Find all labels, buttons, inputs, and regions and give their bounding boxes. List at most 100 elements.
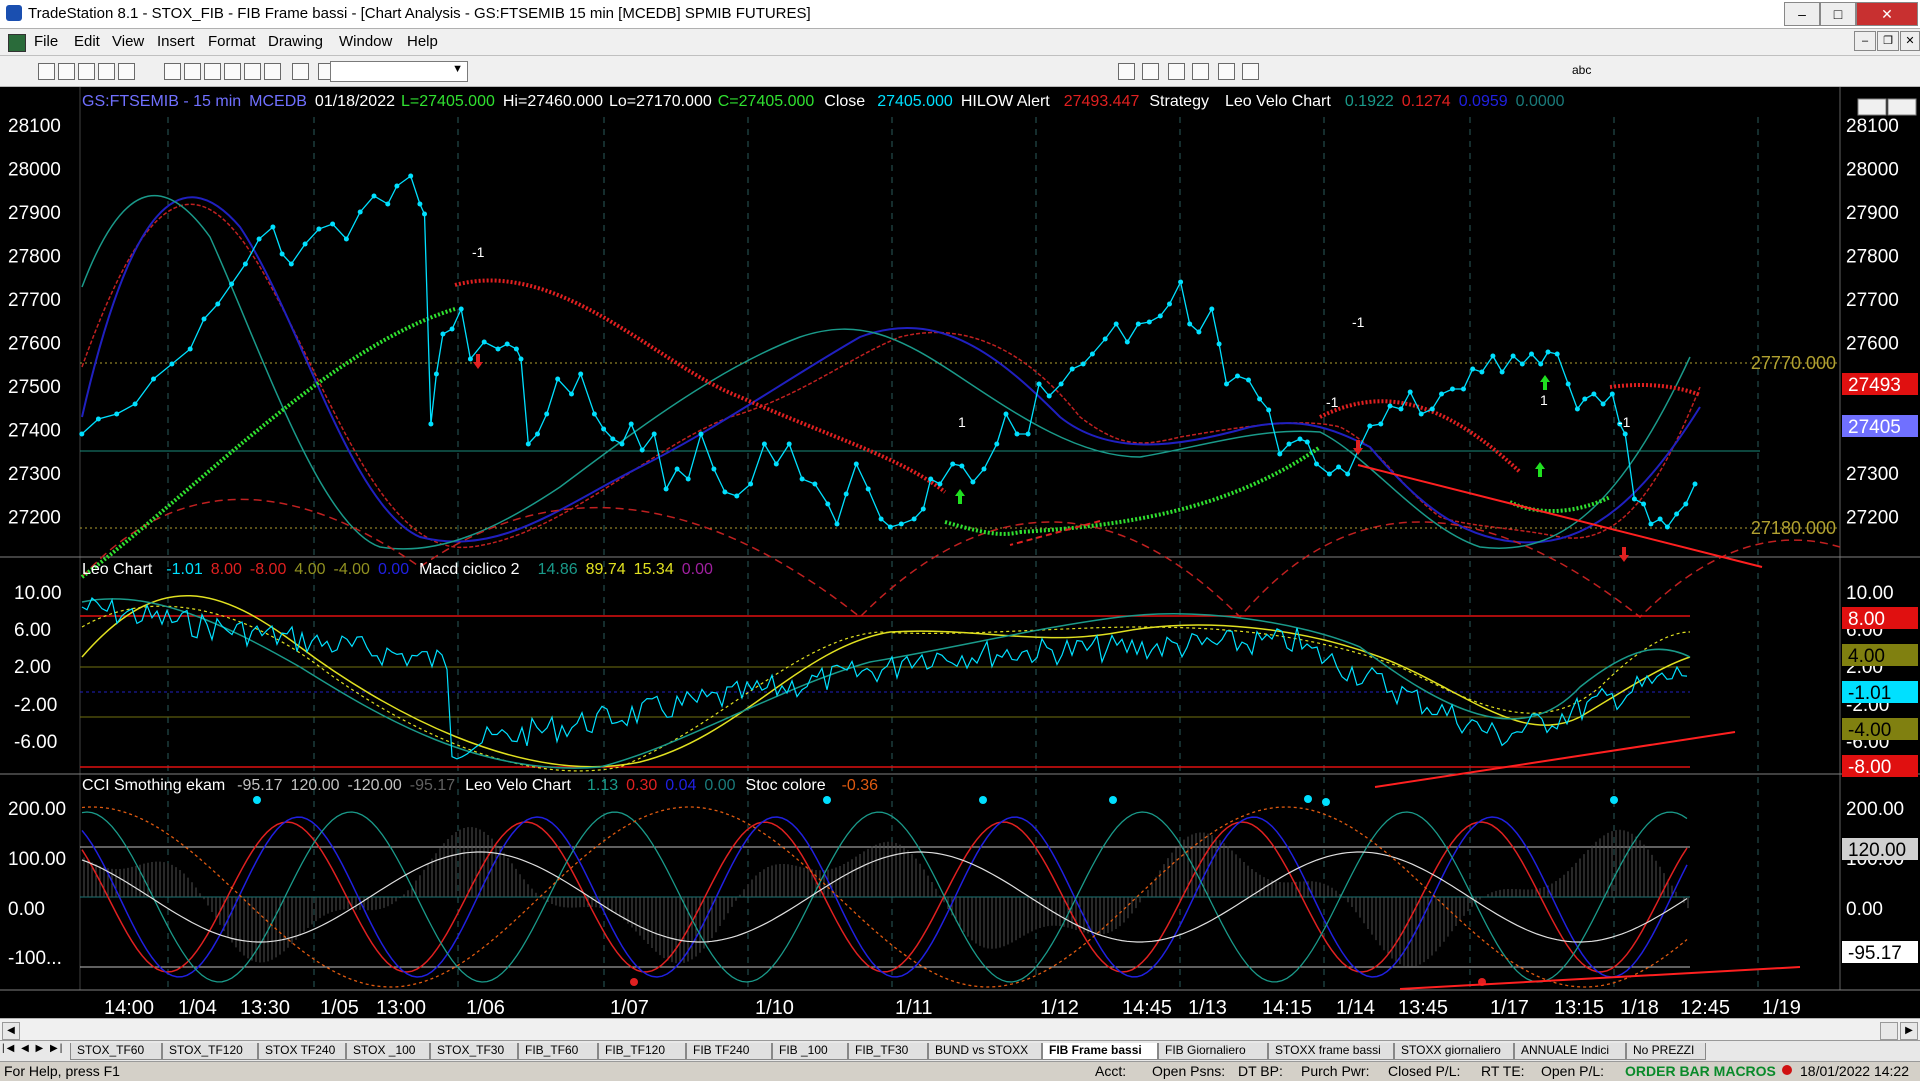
tab-no-prezzi[interactable]: No PREZZI: [1626, 1043, 1706, 1060]
text-tool-label[interactable]: abc: [1572, 63, 1591, 77]
save-icon[interactable]: [78, 63, 95, 80]
crosshair-icon[interactable]: [264, 63, 281, 80]
price-bar-dot: [639, 447, 645, 453]
menu-file[interactable]: File: [34, 33, 58, 50]
text-icon[interactable]: [1242, 63, 1259, 80]
price-bar-dot: [1046, 393, 1052, 399]
tab-stox-100[interactable]: STOX _100: [346, 1043, 430, 1060]
axis-tag-label: 8.00: [1848, 609, 1885, 630]
maximize-button[interactable]: □: [1820, 2, 1856, 26]
price-bar-dot: [773, 461, 779, 467]
price-bar-dot: [1407, 389, 1413, 395]
tab-stox-tf240[interactable]: STOX TF240: [258, 1043, 346, 1060]
price-bar-dot: [1246, 377, 1251, 383]
bar-marker: -1: [472, 244, 485, 260]
minimize-button[interactable]: –: [1784, 2, 1820, 26]
tab-stox-tf60[interactable]: STOX_TF60: [70, 1043, 162, 1060]
tab-navigation-icons[interactable]: |◀ ◀ ▶ ▶|: [2, 1043, 68, 1059]
fibonacci-icon[interactable]: [1118, 63, 1135, 80]
price-bar-dot: [878, 516, 884, 522]
zoom-out-icon[interactable]: [224, 63, 241, 80]
tab-fib-frame-bassi[interactable]: FIB Frame bassi: [1042, 1043, 1158, 1060]
tab-fib-giornaliero[interactable]: FIB Giornaliero: [1158, 1043, 1268, 1060]
scroll-right-icon[interactable]: ▶: [1900, 1022, 1918, 1040]
price-bar-dot: [734, 493, 740, 499]
red-trendline-price[interactable]: [1357, 464, 1763, 568]
tab-fib-tf240[interactable]: FIB TF240: [686, 1043, 772, 1060]
mdi-minimize-button[interactable]: –: [1854, 31, 1876, 51]
price-bar-dot: [1641, 501, 1647, 507]
price-bar-dot: [495, 346, 501, 352]
price-bar-dot: [1178, 279, 1184, 285]
price-bar-dot: [1398, 406, 1404, 412]
menu-bar: File Edit View Insert Format Drawing Win…: [0, 29, 1920, 56]
tab-fib-tf60[interactable]: FIB_TF60: [518, 1043, 598, 1060]
chart-area[interactable]: -1 -1 1 -1 1 -1 GS:FTSEMIB - 15 min MCEDB 01/18…: [0, 87, 1920, 1019]
price-bar-dot: [578, 371, 584, 377]
price-bar-dot: [1429, 406, 1435, 412]
print-preview-icon[interactable]: [118, 63, 135, 80]
macd-teal-line: [81, 598, 1691, 769]
price-bar-dot: [843, 491, 849, 497]
scroll-left-icon[interactable]: ◀: [2, 1022, 20, 1040]
price-bar-dot: [1167, 301, 1172, 307]
ellipse-icon[interactable]: [1192, 63, 1209, 80]
price-bar-dot: [1418, 411, 1424, 417]
price-bar-dot: [95, 416, 101, 422]
tab-fib-tf30[interactable]: FIB_TF30: [848, 1043, 928, 1060]
tab-bund-vs-stoxx[interactable]: BUND vs STOXX: [928, 1043, 1042, 1060]
price-bar-dot: [959, 463, 965, 469]
tab-fib-100[interactable]: FIB _100: [772, 1043, 848, 1060]
close-button[interactable]: ✕: [1856, 2, 1918, 26]
price-bar-dot: [1582, 396, 1588, 402]
mdi-restore-button[interactable]: ❐: [1877, 31, 1899, 51]
trendline-icon[interactable]: [292, 63, 309, 80]
panel-restore-button[interactable]: [1887, 98, 1917, 116]
tab-stoxx-giornaliero[interactable]: STOXX giornaliero: [1394, 1043, 1514, 1060]
cci-tick-left: 0.00: [8, 899, 45, 920]
menu-insert[interactable]: Insert: [157, 33, 195, 50]
menu-format[interactable]: Format: [208, 33, 256, 50]
price-bar-dot: [288, 261, 294, 267]
zoom-in-icon[interactable]: [204, 63, 221, 80]
open-icon[interactable]: [58, 63, 75, 80]
menu-help[interactable]: Help: [407, 33, 438, 50]
tab-annuale-indici[interactable]: ANNUALE Indici: [1514, 1043, 1626, 1060]
tab-fib-tf120[interactable]: FIB_TF120: [598, 1043, 686, 1060]
price-bar-dot: [1378, 421, 1384, 427]
cycle-arcs: [81, 498, 1841, 619]
menu-view[interactable]: View: [112, 33, 144, 50]
status-macros[interactable]: ORDER BAR MACROS: [1625, 1063, 1776, 1079]
price-bar-dot: [343, 236, 349, 242]
horizontal-scrollbar[interactable]: ◀ ▶: [0, 1018, 1920, 1041]
find-icon[interactable]: [164, 63, 181, 80]
tab-stox-tf120[interactable]: STOX_TF120: [162, 1043, 258, 1060]
price-bar-dot: [316, 226, 322, 232]
red-trendline-cci[interactable]: [1399, 966, 1801, 990]
print-icon[interactable]: [98, 63, 115, 80]
menu-edit[interactable]: Edit: [74, 33, 100, 50]
document-icon[interactable]: [8, 34, 26, 52]
mdi-close-button[interactable]: ✕: [1900, 31, 1920, 51]
symbol-combo[interactable]: ▼: [330, 61, 468, 82]
red-trendline-leo[interactable]: [1374, 731, 1736, 788]
chart-canvas[interactable]: -1 -1 1 -1 1 -1 GS:FTSEMIB - 15 min MCEDB 01/18…: [0, 87, 1920, 1019]
price-bar-dot: [428, 421, 434, 427]
time-tick: 13:30: [240, 997, 290, 1018]
rectangle-icon[interactable]: [1218, 63, 1235, 80]
price-bar-dot: [786, 441, 792, 447]
price-bar-dot: [722, 489, 728, 495]
menu-window[interactable]: Window: [339, 33, 392, 50]
scroll-thumb[interactable]: [1880, 1022, 1898, 1040]
new-document-icon[interactable]: [38, 63, 55, 80]
tab-stoxx-frame-bassi[interactable]: STOXX frame bassi: [1268, 1043, 1394, 1060]
time-tick: 1/04: [178, 997, 217, 1018]
price-bar-dot: [458, 306, 464, 312]
panel-minimize-button[interactable]: [1857, 98, 1887, 116]
pointer-icon[interactable]: [244, 63, 261, 80]
tab-stox-tf30[interactable]: STOX_TF30: [430, 1043, 518, 1060]
format-icon[interactable]: [184, 63, 201, 80]
arrow-down-icon[interactable]: [1168, 63, 1185, 80]
menu-drawing[interactable]: Drawing: [268, 33, 323, 50]
arrow-up-icon[interactable]: [1142, 63, 1159, 80]
